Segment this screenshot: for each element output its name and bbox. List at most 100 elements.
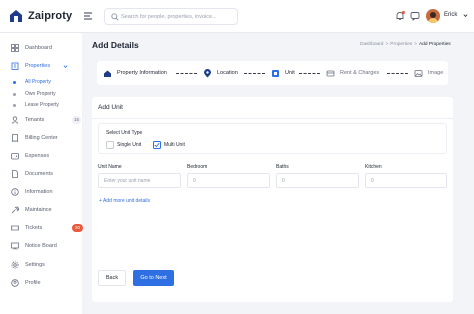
sidebar-item-documents[interactable]: Documents <box>11 168 77 180</box>
rent-icon <box>326 70 335 76</box>
bedroom-input[interactable] <box>188 174 269 187</box>
sidebar-item-label: Expenses <box>25 153 50 159</box>
sidebar-item-maintaince[interactable]: Maintaince <box>11 204 77 216</box>
multi-unit-checkbox[interactable]: Multi Unit <box>153 140 185 150</box>
add-more-unit-link[interactable]: + Add more unit details <box>99 198 150 204</box>
checkbox-box[interactable] <box>153 141 161 149</box>
sidebar-item-label: Documents <box>25 171 53 177</box>
avatar[interactable] <box>426 9 440 23</box>
step-label: Location <box>217 70 238 76</box>
home-icon <box>104 70 111 77</box>
breadcrumb-current: Add Properties <box>418 42 451 47</box>
unit-name-field[interactable] <box>98 173 181 188</box>
breadcrumb-properties[interactable]: Properties <box>390 42 412 47</box>
sidebar-item-notice-board[interactable]: Notice Board <box>11 240 77 252</box>
sidebar-subitem-label: Own Property <box>25 91 56 97</box>
sidebar-subitem-own-property[interactable]: Own Property <box>13 90 56 98</box>
step-connector <box>244 73 265 74</box>
building-icon <box>11 62 19 70</box>
kitchen-input[interactable] <box>366 174 446 187</box>
sidebar-subitem-lease-property[interactable]: Lease Property <box>13 101 59 109</box>
ticket-icon <box>11 225 19 231</box>
checkbox-box[interactable] <box>106 141 114 149</box>
chat-icon[interactable] <box>410 11 420 21</box>
sidebar-item-expenses[interactable]: Expenses <box>11 150 77 162</box>
gear-icon <box>11 261 19 269</box>
menu-icon[interactable] <box>83 11 93 21</box>
sidebar-item-label: Settings <box>25 262 45 268</box>
step-label: Unit <box>285 70 295 76</box>
sidebar-item-label: Profile <box>25 280 41 286</box>
kitchen-label: Kitchen <box>365 164 382 170</box>
breadcrumb: Dashboard > Properties > Add Properties <box>360 42 451 47</box>
sidebar-item-billing-center[interactable]: Billing Center <box>11 132 77 144</box>
sidebar-item-settings[interactable]: Settings <box>11 259 77 271</box>
search-box[interactable] <box>104 8 238 25</box>
sidebar-item-label: Maintaince <box>25 207 52 213</box>
sidebar-item-tenants[interactable]: Tenants 15 <box>11 114 81 126</box>
kitchen-field[interactable] <box>365 173 447 188</box>
search-input[interactable] <box>121 11 235 23</box>
baths-label: Baths <box>276 164 289 170</box>
bullet-icon <box>13 80 16 84</box>
unit-name-input[interactable] <box>99 174 180 187</box>
step-unit[interactable]: Unit <box>271 68 295 78</box>
sidebar-item-information[interactable]: Information <box>11 186 77 198</box>
divider <box>92 118 453 119</box>
sidebar-item-properties[interactable]: Properties <box>11 60 77 72</box>
logo-icon <box>10 10 22 22</box>
tenants-count-badge: 15 <box>72 116 81 124</box>
step-connector <box>299 73 320 74</box>
breadcrumb-separator: > <box>385 42 389 47</box>
sidebar-subitem-label: All Property <box>25 79 51 85</box>
image-icon <box>414 69 423 77</box>
step-label: Property Information <box>117 70 167 76</box>
sidebar-item-tickets[interactable]: Tickets 20 <box>11 222 83 234</box>
baths-field[interactable] <box>276 173 359 188</box>
bullet-icon <box>13 103 16 107</box>
unit-icon <box>272 69 279 77</box>
step-image[interactable]: Image <box>414 68 443 78</box>
sidebar-item-label: Tenants <box>25 117 45 123</box>
notifications-button[interactable] <box>395 11 405 21</box>
breadcrumb-dashboard[interactable]: Dashboard <box>360 42 383 47</box>
bedroom-field[interactable] <box>187 173 270 188</box>
sidebar-item-dashboard[interactable]: Dashboard <box>11 42 77 54</box>
sidebar-item-label: Dashboard <box>25 45 52 51</box>
wrench-icon <box>11 206 19 214</box>
tickets-alert-badge: 20 <box>72 224 83 232</box>
sidebar-item-profile[interactable]: Profile <box>11 277 77 289</box>
sidebar: Dashboard Properties All Property Own Pr… <box>0 33 83 314</box>
sidebar-item-label: Billing Center <box>25 135 58 141</box>
receipt-icon <box>12 134 18 142</box>
sidebar-item-label: Notice Board <box>25 243 57 249</box>
bedroom-label: Bedroom <box>187 164 208 170</box>
file-icon <box>12 170 18 178</box>
stepper: Property Information Location Unit Rent … <box>97 61 448 85</box>
step-rent-charges[interactable]: Rent & Charges <box>326 68 379 78</box>
unit-type-label: Select Unit Type <box>106 130 143 136</box>
back-button[interactable]: Back <box>98 270 126 286</box>
info-icon <box>11 188 19 196</box>
checkbox-label: Single Unit <box>117 142 142 148</box>
user-circle-icon <box>11 279 19 287</box>
location-icon <box>204 68 211 77</box>
step-property-information[interactable]: Property Information <box>103 68 167 78</box>
sidebar-item-label: Tickets <box>25 225 43 231</box>
user-icon <box>11 116 19 124</box>
baths-input[interactable] <box>277 174 358 187</box>
bullet-icon <box>13 92 16 96</box>
sidebar-subitem-label: Lease Property <box>25 102 59 108</box>
breadcrumb-separator: > <box>414 42 417 47</box>
sidebar-subitem-all-property[interactable]: All Property <box>13 78 51 86</box>
chevron-down-icon <box>63 65 68 68</box>
wallet-icon <box>11 153 19 160</box>
next-button[interactable]: Go to Next <box>133 270 174 286</box>
add-unit-card: Add Unit Select Unit Type Single Unit Mu… <box>92 97 453 302</box>
board-icon <box>11 242 19 250</box>
chevron-down-icon[interactable] <box>463 13 468 18</box>
step-location[interactable]: Location <box>203 68 238 78</box>
notification-dot <box>402 11 405 14</box>
single-unit-checkbox[interactable]: Single Unit <box>106 140 141 150</box>
user-name[interactable]: Erick <box>444 12 457 18</box>
